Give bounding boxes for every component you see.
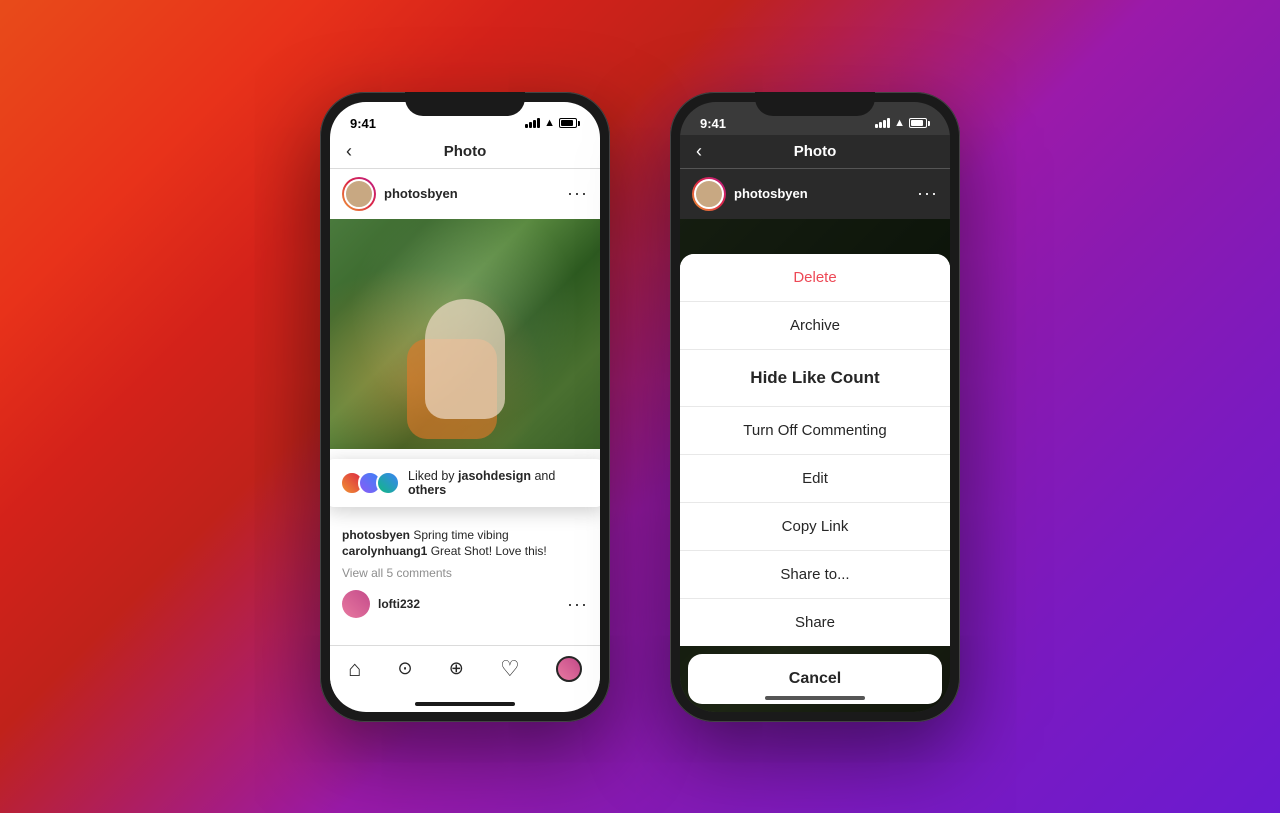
- action-sheet-container: Delete Archive Hide Like Count Turn Off …: [680, 254, 950, 712]
- search-nav-icon[interactable]: ⊙: [398, 658, 413, 679]
- action-copy-link[interactable]: Copy Link: [680, 503, 950, 551]
- phone-left: 9:41 ▲ ‹ Photo: [320, 92, 610, 722]
- more-options-right[interactable]: ···: [917, 183, 938, 204]
- notch-right: [755, 92, 875, 116]
- poster-username-right[interactable]: photosbyen: [734, 186, 909, 201]
- nav-bar-left: ‹ Photo: [330, 135, 600, 169]
- add-comment-row: lofti232 ···: [330, 582, 600, 626]
- wifi-icon-right: ▲: [894, 117, 905, 129]
- action-turn-off-commenting[interactable]: Turn Off Commenting: [680, 407, 950, 455]
- status-icons-left: ▲: [525, 117, 580, 129]
- battery-icon-left: [559, 118, 580, 128]
- status-time-left: 9:41: [350, 116, 376, 131]
- wifi-icon-left: ▲: [544, 117, 555, 129]
- action-sheet: Delete Archive Hide Like Count Turn Off …: [680, 254, 950, 646]
- home-indicator-right: [765, 696, 865, 700]
- nav-title-left: Photo: [444, 143, 487, 160]
- status-icons-right: ▲: [875, 117, 930, 129]
- bottom-nav-left: ⌂ ⊙ ⊕ ♡: [330, 645, 600, 698]
- status-time-right: 9:41: [700, 116, 726, 131]
- tooltip-text: Liked by jasohdesign and others: [408, 469, 590, 497]
- more-options-left[interactable]: ···: [567, 183, 588, 204]
- nav-title-right: Photo: [794, 143, 837, 160]
- action-edit[interactable]: Edit: [680, 455, 950, 503]
- battery-icon-right: [909, 118, 930, 128]
- person1-silhouette: [425, 299, 505, 419]
- poster-username-left[interactable]: photosbyen: [384, 186, 559, 201]
- likes-row: Liked by jasohdesign and others: [330, 491, 600, 497]
- action-share[interactable]: Share: [680, 599, 950, 646]
- comment-more[interactable]: ···: [567, 594, 588, 615]
- home-indicator-left: [415, 702, 515, 706]
- likes-tooltip: Liked by jasohdesign and others: [330, 459, 600, 507]
- signal-icon-right: [875, 118, 890, 128]
- action-hide-like-count[interactable]: Hide Like Count: [680, 350, 950, 407]
- post-header-left: photosbyen ···: [330, 169, 600, 219]
- signal-icon-left: [525, 118, 540, 128]
- commenter-name-1[interactable]: carolynhuang1: [342, 544, 427, 558]
- caption-username[interactable]: photosbyen: [342, 528, 410, 542]
- phone-right: 9:41 ▲ ‹ Photo: [670, 92, 960, 722]
- notch-left: [405, 92, 525, 116]
- action-delete[interactable]: Delete: [680, 254, 950, 302]
- caption-text: Spring time vibing: [413, 528, 508, 542]
- post-header-right: photosbyen ···: [680, 169, 950, 219]
- tooltip-avatar-3: [376, 471, 400, 495]
- action-share-to[interactable]: Share to...: [680, 551, 950, 599]
- comment-text-1: Great Shot! Love this!: [431, 544, 547, 558]
- nav-bar-right: ‹ Photo: [680, 135, 950, 169]
- commenter-username: lofti232: [378, 597, 420, 611]
- view-comments[interactable]: View all 5 comments: [330, 564, 600, 582]
- screen-right: 9:41 ▲ ‹ Photo: [680, 102, 950, 712]
- back-button-left[interactable]: ‹: [346, 141, 352, 162]
- create-nav-icon[interactable]: ⊕: [449, 658, 464, 679]
- activity-nav-icon[interactable]: ♡: [500, 656, 520, 682]
- home-nav-icon[interactable]: ⌂: [348, 656, 361, 682]
- commenter-avatar: [342, 590, 370, 618]
- poster-avatar-right[interactable]: [692, 177, 726, 211]
- poster-avatar-left[interactable]: [342, 177, 376, 211]
- screen-left: 9:41 ▲ ‹ Photo: [330, 102, 600, 712]
- liked-by-name[interactable]: jasohdesign: [458, 469, 531, 483]
- profile-nav-avatar[interactable]: [556, 656, 582, 682]
- action-archive[interactable]: Archive: [680, 302, 950, 350]
- liked-by-others: others: [408, 483, 446, 497]
- tooltip-avatar-group: [340, 471, 394, 495]
- post-image-left: [330, 219, 600, 449]
- post-caption: photosbyen Spring time vibing carolynhua…: [330, 515, 600, 565]
- back-button-right[interactable]: ‹: [696, 141, 702, 162]
